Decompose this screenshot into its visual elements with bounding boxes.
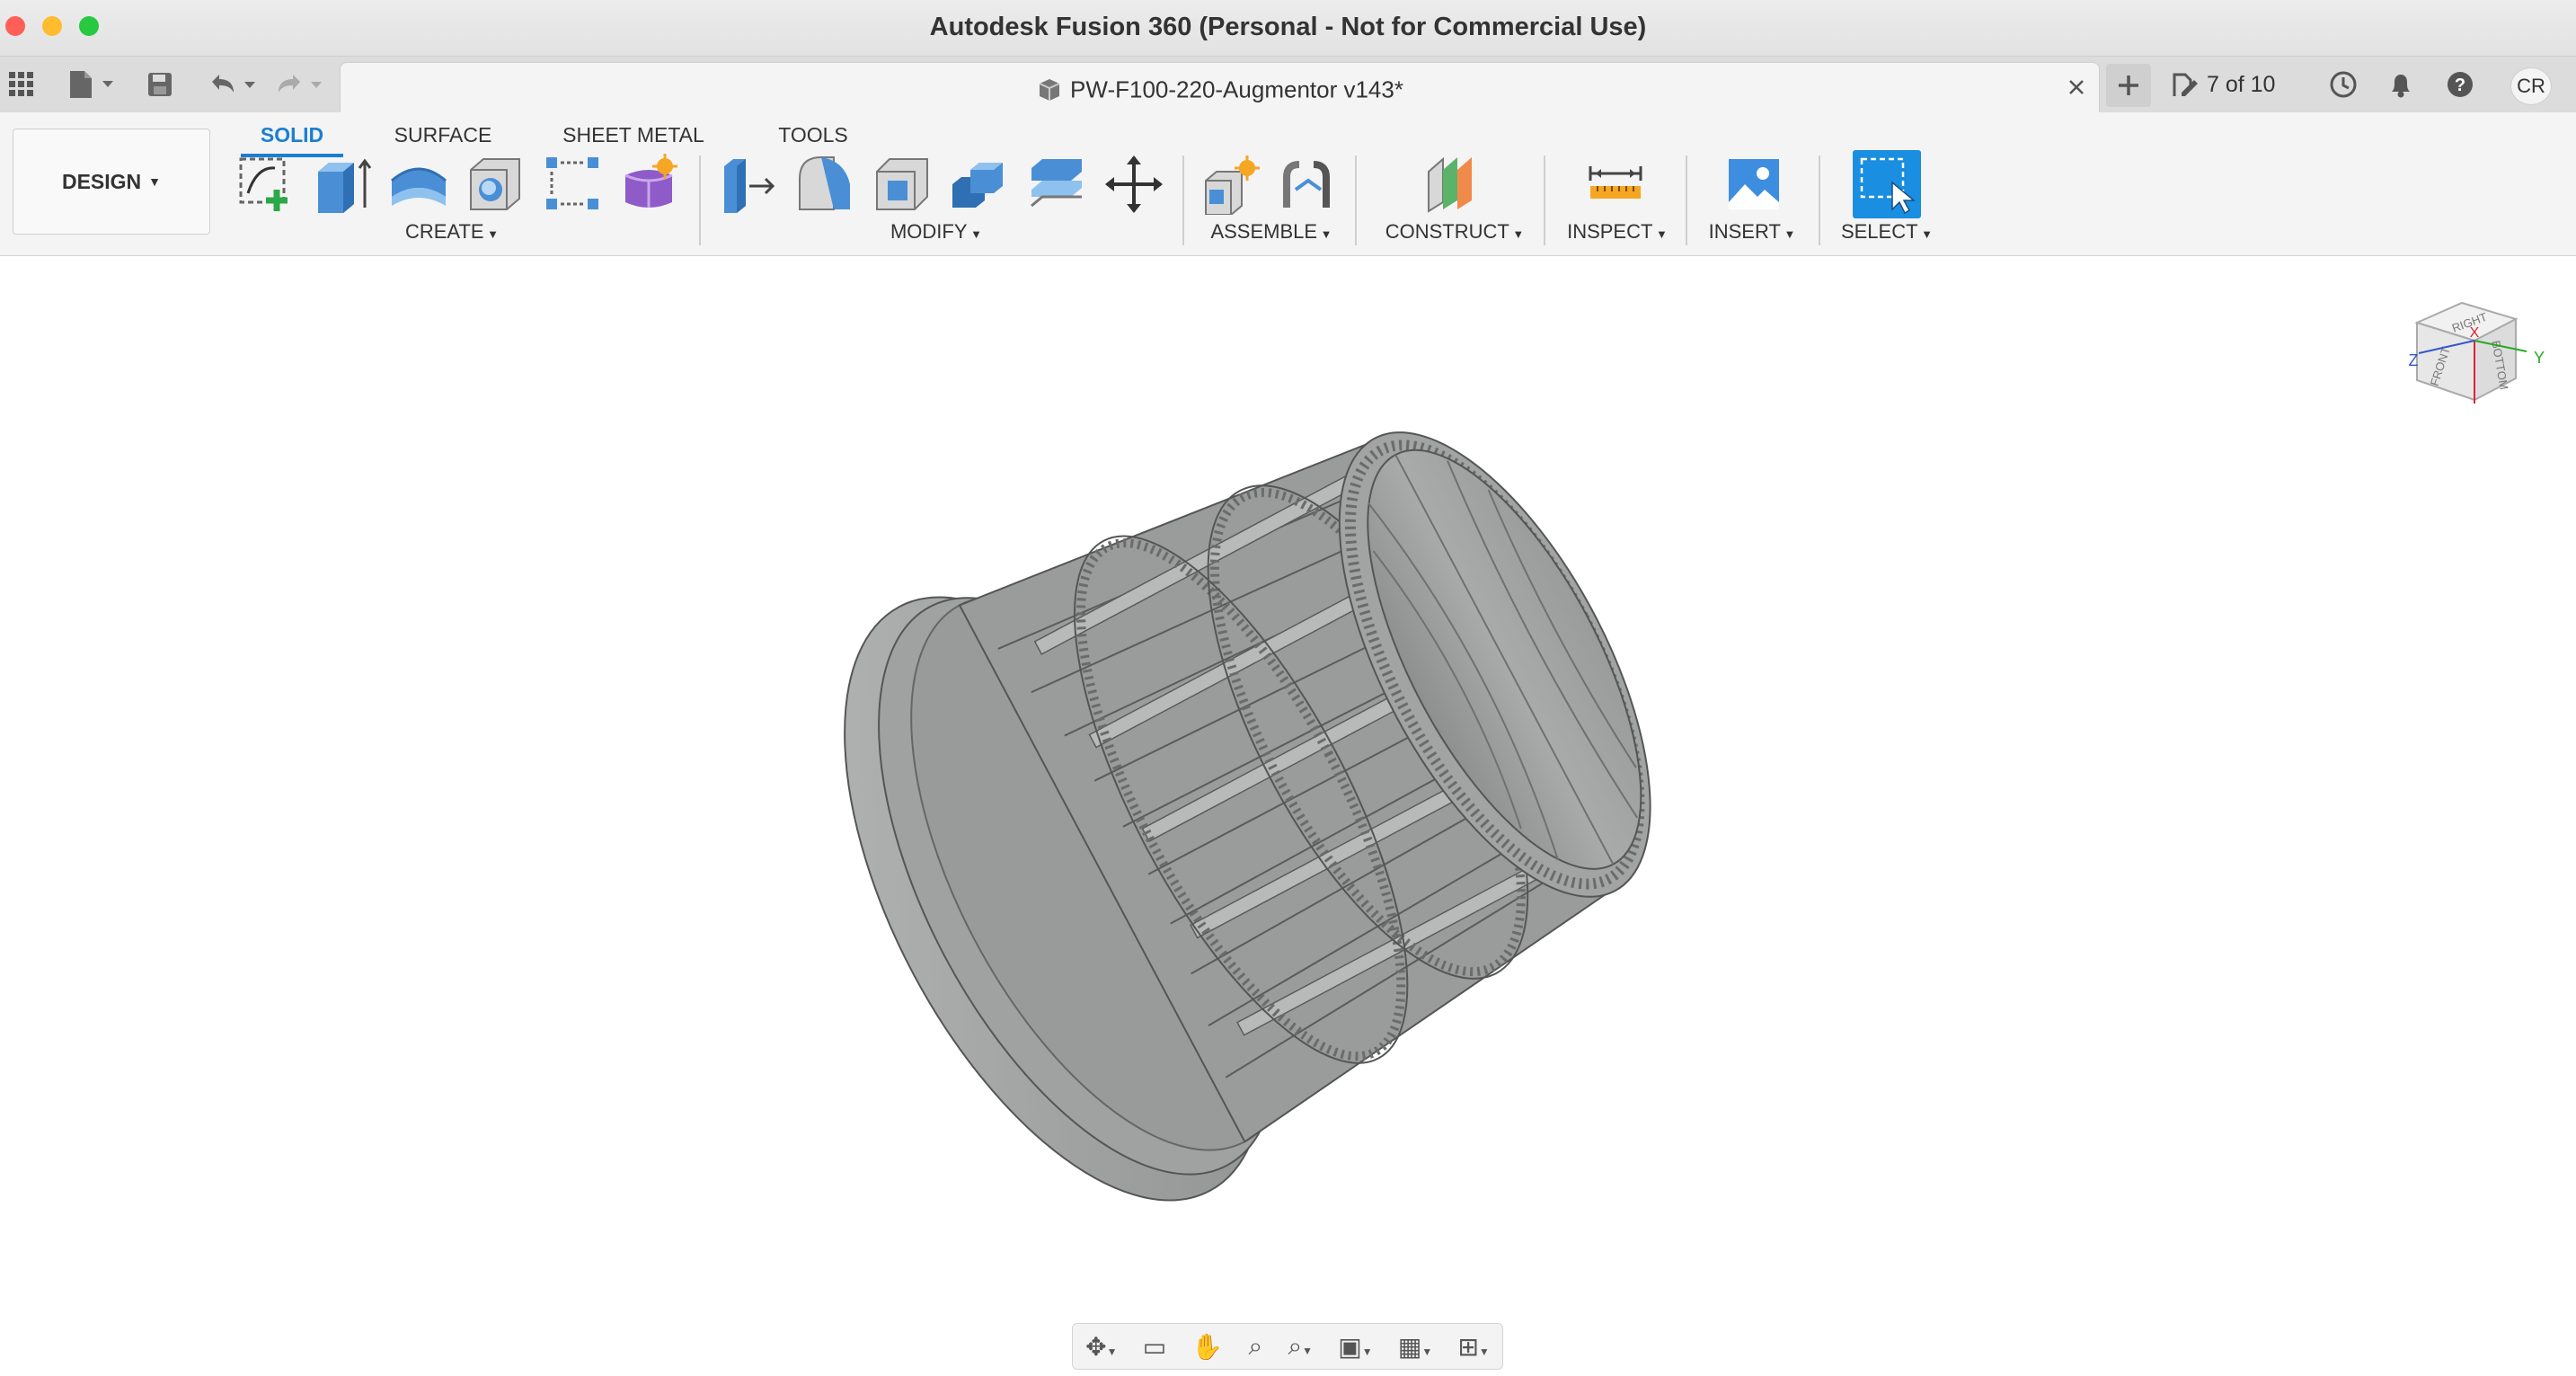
ribbon-toolbar: DESIGN ▼ SOLID SURFACE SHEET METAL TOOLS [0, 112, 2576, 256]
window-title-bar: Autodesk Fusion 360 (Personal - Not for … [0, 0, 2576, 57]
modify-menu-label: MODIFY [890, 220, 968, 243]
axis-z-label: Z [2409, 351, 2419, 369]
offset-face-icon[interactable] [1026, 154, 1087, 215]
close-tab-button[interactable] [2063, 74, 2090, 101]
viewcube[interactable]: RIGHT FRONT BOTTOM X Y Z [2399, 296, 2552, 431]
pattern-icon[interactable] [543, 154, 604, 215]
pan-icon[interactable]: ✋ [1191, 1332, 1223, 1362]
undo-icon [212, 75, 255, 93]
close-icon [2069, 80, 2084, 94]
file-icon [70, 71, 113, 98]
inspect-menu-label: INSPECT [1567, 220, 1653, 243]
job-status-text: 7 of 10 [2207, 71, 2276, 97]
augmentor-model[interactable] [0, 256, 2576, 1376]
assemble-menu-label: ASSEMBLE [1210, 220, 1318, 243]
look-at-icon[interactable]: ▭ [1143, 1332, 1166, 1362]
chevron-down-icon: ▼ [148, 174, 162, 189]
construct-menu[interactable]: CONSTRUCT ▼ [1375, 218, 1535, 245]
undo-button[interactable] [205, 66, 259, 103]
plus-icon [2119, 75, 2138, 95]
viewports-icon[interactable]: ⊞▼ [1457, 1332, 1489, 1362]
notifications-button[interactable] [2383, 66, 2419, 103]
create-menu[interactable]: CREATE ▼ [359, 218, 544, 245]
document-tab[interactable]: PW-F100-220-Augmentor v143* [340, 62, 2100, 114]
toolbar-separator [1544, 155, 1545, 245]
document-title-text: PW-F100-220-Augmentor v143* [1070, 75, 1403, 103]
history-button[interactable] [2325, 66, 2361, 103]
inspect-menu[interactable]: INSPECT ▼ [1562, 218, 1673, 245]
new-component-icon[interactable] [1200, 154, 1261, 215]
select-menu-label: SELECT [1840, 220, 1918, 243]
assemble-menu[interactable]: ASSEMBLE ▼ [1195, 218, 1348, 245]
toolbar-separator [1819, 155, 1820, 245]
create-sketch-icon[interactable] [235, 154, 297, 215]
tab-sheet-metal[interactable]: SHEET METAL [557, 116, 710, 154]
svg-text:?: ? [2455, 75, 2465, 95]
axis-x-label: X [2470, 325, 2480, 341]
toolbar-separator [1686, 155, 1687, 245]
press-pull-icon[interactable] [717, 154, 778, 215]
measure-icon[interactable] [1585, 154, 1646, 215]
app-grid-icon[interactable] [5, 66, 38, 103]
save-button[interactable] [144, 66, 176, 103]
insert-menu-label: INSERT [1708, 220, 1781, 243]
save-icon [148, 73, 172, 96]
joint-icon[interactable] [1278, 154, 1339, 215]
toolbar-separator [699, 155, 701, 245]
zoom-icon[interactable]: ⌕▼ [1288, 1332, 1313, 1362]
help-button[interactable]: ? [2442, 66, 2478, 103]
construct-menu-label: CONSTRUCT [1385, 220, 1509, 243]
tab-tools[interactable]: TOOLS [766, 116, 861, 154]
axis-y-label: Y [2534, 349, 2545, 367]
workspace-label: DESIGN [61, 169, 142, 193]
toolbar-separator [1355, 155, 1357, 245]
redo-icon [279, 75, 322, 93]
workspace-switcher[interactable]: DESIGN ▼ [13, 129, 210, 235]
create-form-icon[interactable] [620, 154, 681, 215]
select-menu[interactable]: SELECT ▼ [1833, 218, 1941, 245]
tab-solid[interactable]: SOLID [241, 116, 343, 157]
tab-surface[interactable]: SURFACE [386, 116, 500, 154]
job-status-icon [2173, 73, 2198, 96]
select-button[interactable] [1853, 150, 1921, 218]
navigation-bar: ✥▼ ▭ ✋ ⌕ ⌕▼ ▣▼ ▦▼ ⊞▼ [1072, 1323, 1503, 1370]
redo-button[interactable] [271, 66, 325, 103]
component-icon [1039, 79, 1060, 102]
file-menu-button[interactable] [65, 66, 119, 103]
help-icon: ? [2448, 72, 2473, 97]
toolbar-separator [1182, 155, 1184, 245]
fillet-icon[interactable] [794, 154, 855, 215]
display-settings-icon[interactable]: ▣▼ [1338, 1332, 1372, 1362]
select-icon [1860, 157, 1917, 215]
combine-icon[interactable] [949, 154, 1010, 215]
move-icon[interactable] [1103, 154, 1164, 215]
canvas-viewport[interactable]: RIGHT FRONT BOTTOM X Y Z [0, 256, 2576, 1376]
orbit-icon[interactable]: ✥▼ [1085, 1332, 1117, 1362]
job-status-button[interactable]: 7 of 10 [2169, 66, 2286, 103]
create-menu-label: CREATE [404, 220, 484, 243]
new-tab-button[interactable] [2106, 64, 2151, 107]
extrude-icon[interactable] [311, 154, 372, 215]
insert-image-icon[interactable] [1723, 154, 1784, 215]
modify-menu[interactable]: MODIFY ▼ [846, 218, 1026, 245]
revolve-icon[interactable] [388, 154, 449, 215]
clock-icon [2330, 71, 2357, 98]
document-tab-bar: PW-F100-220-Augmentor v143* 7 of 10 ? CR [0, 57, 2576, 114]
shell-icon[interactable] [872, 154, 933, 215]
bell-icon [2392, 75, 2410, 98]
hole-icon[interactable] [465, 154, 527, 215]
document-tab-title: PW-F100-220-Augmentor v143* [341, 63, 2099, 114]
user-avatar[interactable]: CR [2510, 67, 2552, 105]
grid-settings-icon[interactable]: ▦▼ [1398, 1332, 1432, 1362]
window-title: Autodesk Fusion 360 (Personal - Not for … [929, 13, 1647, 41]
zoom-window-icon[interactable]: ⌕ [1249, 1332, 1263, 1362]
offset-plane-icon[interactable] [1421, 154, 1483, 215]
insert-menu[interactable]: INSERT ▼ [1702, 218, 1802, 245]
